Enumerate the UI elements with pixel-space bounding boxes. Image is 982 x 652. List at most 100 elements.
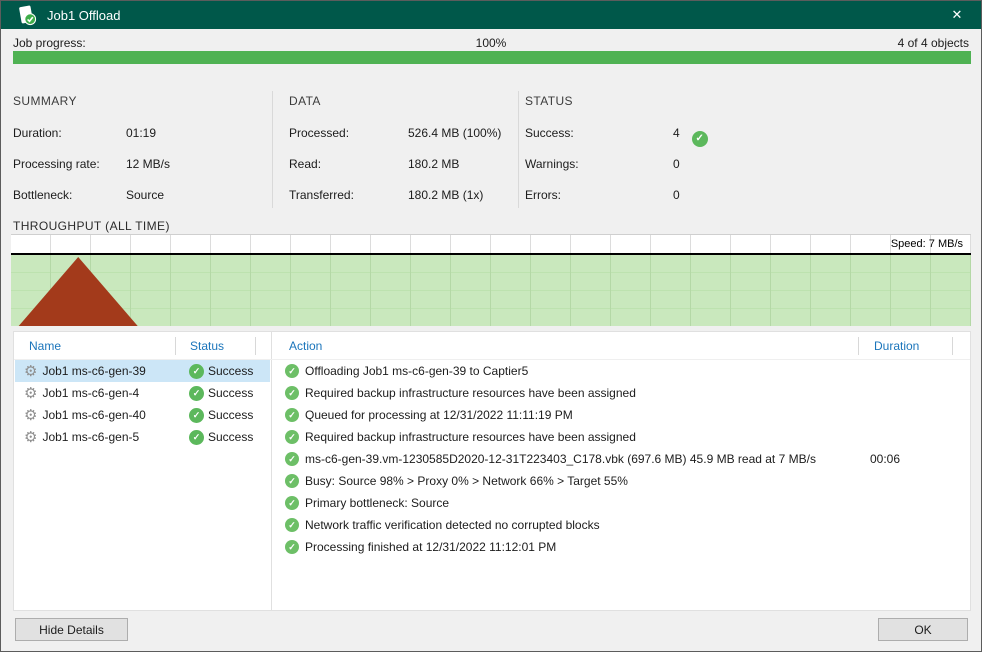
stat-value: 01:19 [126,126,157,140]
log-entry[interactable]: ✓ Busy: Source 98% > Proxy 0% > Network 6… [272,470,969,492]
success-check-icon: ✓ [285,540,299,554]
job-progress-objects: 4 of 4 objects [897,36,969,50]
log-entry-duration: 00:06 [870,452,901,466]
column-header-name[interactable]: Name [29,339,61,353]
object-name: Job1 ms-c6-gen-4 [42,386,140,400]
status-title: STATUS [525,94,573,108]
divider [175,337,176,355]
job-progress-window: Job1 Offload ✕ Job progress: 100% 4 of 4… [0,0,982,652]
stat-label: Bottleneck: [13,188,73,202]
data-stat-row: Transferred: 180.2 MB (1x) [289,188,514,203]
summary-stat-row: Bottleneck: Source [13,188,263,203]
stat-value: 0 [673,188,680,202]
data-stat-row: Processed: 526.4 MB (100%) [289,126,514,141]
gear-icon: ⚙ [24,428,38,446]
status-cell: ✓ Success [189,429,253,445]
close-icon[interactable]: ✕ [939,1,975,29]
gear-icon: ⚙ [24,384,38,402]
job-icon [19,5,37,25]
column-header-status[interactable]: Status [190,339,224,353]
summary-title: SUMMARY [13,94,77,108]
divider [952,337,953,355]
object-name: Job1 ms-c6-gen-39 [42,364,146,378]
log-entry[interactable]: ✓ Processing finished at 12/31/2022 11:12… [272,536,969,558]
divider [272,91,273,208]
stat-label: Warnings: [525,157,579,171]
status-text: Success [208,364,254,378]
stat-value: Source [126,188,165,202]
success-check-icon: ✓ [285,452,299,466]
log-entry[interactable]: ✓ Network traffic verification detected n… [272,514,969,536]
gear-icon: ⚙ [24,406,38,424]
success-check-icon: ✓ [189,363,204,379]
hide-details-button[interactable]: Hide Details [15,618,128,641]
log-entry-text: Required backup infrastructure resources… [305,430,636,444]
status-stat-row: Warnings: 0 [525,157,755,172]
success-check-icon: ✓ [285,430,299,444]
table-row[interactable]: ⚙ Job1 ms-c6-gen-5 ✓ Success [15,426,270,448]
object-name: Job1 ms-c6-gen-40 [42,408,146,422]
stat-label: Read: [289,157,322,171]
summary-stat-row: Duration: 01:19 [13,126,263,141]
throughput-series [18,257,138,326]
data-stat-row: Read: 180.2 MB [289,157,514,172]
success-check-icon: ✓ [285,496,299,510]
status-cell: ✓ Success [189,385,254,401]
stat-value: 4 [673,126,680,140]
object-name: Job1 ms-c6-gen-5 [42,430,140,444]
status-text: Success [208,408,254,422]
success-check-icon: ✓ [189,407,204,423]
table-row[interactable]: ⚙ Job1 ms-c6-gen-39 ✓ Success [15,360,270,382]
column-header-duration[interactable]: Duration [874,339,919,353]
log-entry-text: Network traffic verification detected no… [305,518,600,532]
table-row[interactable]: ⚙ Job1 ms-c6-gen-40 ✓ Success [15,404,270,426]
log-entry[interactable]: ✓ ms-c6-gen-39.vm-1230585D2020-12-31T2234… [272,448,969,470]
log-entry-text: Queued for processing at 12/31/2022 11:1… [305,408,573,422]
status-cell: ✓ Success [189,363,254,379]
success-check-icon: ✓ [285,518,299,532]
stat-value: 526.4 MB (100%) [408,126,502,140]
log-entry[interactable]: ✓ Primary bottleneck: Source [272,492,969,514]
success-check-icon: ✓ [189,385,204,401]
status-stat-row: Errors: 0 [525,188,755,203]
window-title: Job1 Offload [47,7,121,23]
data-panel: DATA Processed: 526.4 MB (100%) Read: 180.2… [289,94,514,219]
log-entry-text: Offloading Job1 ms-c6-gen-39 to Captier5 [305,364,529,378]
log-entry-text: Required backup infrastructure resources… [305,386,636,400]
success-check-icon: ✓ [285,474,299,488]
log-entry-text: Primary bottleneck: Source [305,496,450,510]
chart-plot-area [11,255,971,326]
stat-label: Processing rate: [13,157,100,171]
summary-stat-row: Processing rate: 12 MB/s [13,157,263,172]
ok-button[interactable]: OK [878,618,968,641]
table-row[interactable]: ⚙ Job1 ms-c6-gen-4 ✓ Success [15,382,270,404]
log-entry[interactable]: ✓ Required backup infrastructure resource… [272,426,969,448]
success-check-icon: ✓ [189,429,204,445]
divider [858,337,859,355]
log-entry-text: Busy: Source 98% > Proxy 0% > Network 66… [305,474,628,488]
job-progress-bar [13,51,971,64]
stat-label: Processed: [289,126,350,140]
log-entry[interactable]: ✓ Offloading Job1 ms-c6-gen-39 to Captier… [272,360,969,382]
stat-value: 12 MB/s [126,157,171,171]
details-panel: Name Status Action Duration ⚙ Job1 ms-c6-… [13,331,971,611]
divider [255,337,256,355]
success-check-icon: ✓ [285,386,299,400]
stat-value: 180.2 MB (1x) [408,188,484,202]
stat-value: 0 [673,157,680,171]
stat-label: Duration: [13,126,62,140]
status-text: Success [208,386,254,400]
success-check-icon: ✓ [285,364,299,378]
titlebar: Job1 Offload ✕ [1,1,981,29]
stat-label: Success: [525,126,574,140]
gear-icon: ⚙ [24,362,38,380]
status-cell: ✓ Success [189,407,254,423]
throughput-chart: Speed: 7 MB/s [11,234,971,326]
chart-headroom [11,235,971,253]
success-check-icon: ✓ [691,130,708,147]
column-header-action[interactable]: Action [289,339,322,353]
log-entry[interactable]: ✓ Required backup infrastructure resource… [272,382,969,404]
stat-label: Errors: [525,188,561,202]
log-entry[interactable]: ✓ Queued for processing at 12/31/2022 11:… [272,404,969,426]
summary-panel: SUMMARY Duration: 01:19 Processing rate: 12… [13,94,263,219]
